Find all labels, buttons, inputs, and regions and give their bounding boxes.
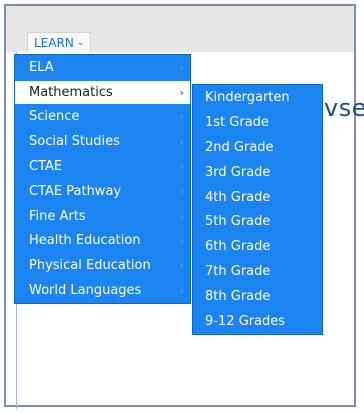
chevron-right-icon: ›	[179, 60, 184, 74]
chevron-right-icon: ›	[179, 85, 184, 99]
chevron-right-icon: ›	[179, 160, 184, 174]
menu-item-health-education[interactable]: Health Education ›	[15, 229, 190, 254]
chevron-right-icon: ›	[179, 184, 184, 198]
top-navigation-bar: LEARN ⌄	[6, 6, 354, 52]
chevron-down-icon: ⌄	[76, 37, 85, 48]
submenu-item-kindergarten[interactable]: Kindergarten	[193, 85, 322, 110]
submenu-item-3rd-grade[interactable]: 3rd Grade	[193, 160, 322, 185]
chevron-right-icon: ›	[179, 284, 184, 298]
menu-item-label: Physical Education	[29, 258, 151, 274]
background-heading-fragment: vse	[324, 94, 364, 122]
menu-item-world-languages[interactable]: World Languages ›	[15, 278, 190, 303]
menu-item-label: CTAE	[29, 159, 63, 175]
menu-item-label: Fine Arts	[29, 208, 86, 224]
menu-item-mathematics[interactable]: Mathematics ›	[15, 79, 190, 105]
menu-item-label: ELA	[29, 59, 54, 75]
chevron-right-icon: ›	[179, 135, 184, 149]
mathematics-submenu: Kindergarten 1st Grade 2nd Grade 3rd Gra…	[192, 84, 323, 335]
chevron-right-icon: ›	[179, 110, 184, 124]
submenu-item-5th-grade[interactable]: 5th Grade	[193, 209, 322, 234]
submenu-item-2nd-grade[interactable]: 2nd Grade	[193, 135, 322, 160]
chevron-right-icon: ›	[179, 209, 184, 223]
submenu-item-6th-grade[interactable]: 6th Grade	[193, 234, 322, 259]
menu-item-fine-arts[interactable]: Fine Arts ›	[15, 204, 190, 229]
menu-item-ctae[interactable]: CTAE ›	[15, 154, 190, 179]
learn-menu-label: LEARN	[34, 35, 74, 50]
menu-item-label: CTAE Pathway	[29, 183, 122, 199]
menu-item-label: World Languages	[29, 283, 142, 299]
menu-item-social-studies[interactable]: Social Studies ›	[15, 129, 190, 154]
menu-item-physical-education[interactable]: Physical Education ›	[15, 253, 190, 278]
menu-item-ela[interactable]: ELA ›	[15, 55, 190, 80]
submenu-item-7th-grade[interactable]: 7th Grade	[193, 259, 322, 284]
menu-item-label: Science	[29, 109, 80, 125]
chevron-right-icon: ›	[179, 259, 184, 273]
submenu-item-1st-grade[interactable]: 1st Grade	[193, 110, 322, 135]
menu-item-label: Social Studies	[29, 134, 120, 150]
menu-item-label: Health Education	[29, 233, 141, 249]
submenu-item-9-12-grades[interactable]: 9-12 Grades	[193, 309, 322, 334]
menu-item-ctae-pathway[interactable]: CTAE Pathway ›	[15, 179, 190, 204]
submenu-item-4th-grade[interactable]: 4th Grade	[193, 185, 322, 210]
learn-dropdown-menu: ELA › Mathematics › Science › Social Stu…	[14, 54, 191, 304]
chevron-right-icon: ›	[179, 234, 184, 248]
learn-menu-button[interactable]: LEARN ⌄	[27, 32, 92, 52]
menu-item-science[interactable]: Science ›	[15, 105, 190, 130]
menu-item-label: Mathematics	[29, 84, 113, 100]
submenu-item-8th-grade[interactable]: 8th Grade	[193, 284, 322, 309]
